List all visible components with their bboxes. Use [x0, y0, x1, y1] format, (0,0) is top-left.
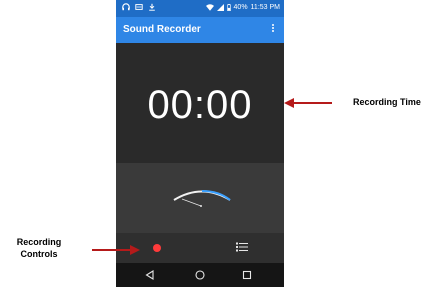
download-icon [149, 3, 155, 11]
record-button[interactable] [153, 244, 161, 252]
app-title: Sound Recorder [123, 24, 201, 35]
signal-icon [216, 4, 224, 11]
level-gauge [173, 190, 231, 207]
notification-icon [135, 4, 143, 10]
recents-icon[interactable] [240, 268, 254, 282]
status-bar: 40% 11:53 PM [116, 0, 284, 17]
home-icon[interactable] [193, 268, 207, 282]
navigation-bar [116, 263, 284, 287]
app-bar: Sound Recorder [116, 17, 284, 43]
list-icon[interactable] [236, 242, 248, 252]
headphones-icon [122, 3, 130, 11]
recording-controls-arrow [92, 245, 140, 255]
gauge-pivot [200, 205, 202, 207]
status-time: 11:53 PM [250, 4, 280, 11]
recording-controls-label-line2: Controls [20, 249, 58, 259]
recording-controls-label-line1: Recording [16, 237, 62, 247]
wifi-icon [205, 4, 214, 11]
battery-percent: 40% [233, 4, 248, 11]
recording-time-label: Recording Time [353, 97, 421, 107]
recording-controls [116, 233, 284, 263]
timer-panel: 00:00 [116, 43, 284, 163]
overflow-menu-icon[interactable] [271, 23, 275, 35]
gauge-needle [181, 198, 202, 207]
recording-time-display: 00:00 [147, 83, 253, 127]
level-gauge-panel [116, 163, 284, 233]
phone-screen: 40% 11:53 PM Sound Recorder 00:00 [116, 0, 284, 287]
recording-controls-label: Recording Controls [0, 236, 78, 260]
battery-icon [226, 4, 231, 11]
recording-time-arrow [284, 98, 332, 108]
back-icon[interactable] [143, 268, 157, 282]
